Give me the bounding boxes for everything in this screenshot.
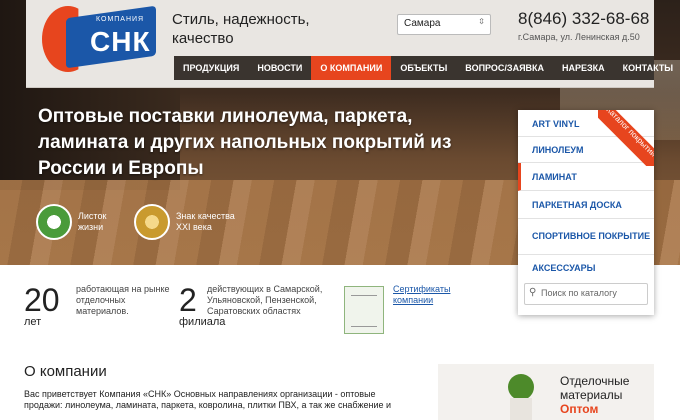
city-select[interactable]: Самара ⇳ <box>397 14 491 35</box>
about-text: Вас приветствует Компания «СНК» Основных… <box>24 389 392 410</box>
certificate-thumbnail[interactable] <box>344 286 384 334</box>
leaf-badge-icon <box>36 204 72 240</box>
hero-headline: Оптовые поставки линолеума, паркета, лам… <box>38 106 452 179</box>
search-placeholder: Поиск по каталогу <box>541 288 617 298</box>
certificates-link[interactable]: Сертификаты компании <box>393 284 463 306</box>
phone-number[interactable]: 8(846) 332-68-68 <box>518 9 649 29</box>
nav-item-request[interactable]: ВОПРОС/ЗАЯВКА <box>456 56 553 80</box>
city-select-value: Самара <box>404 18 441 29</box>
pot-image <box>510 398 532 420</box>
logo-company-word: КОМПАНИЯ <box>96 16 145 23</box>
catalog-item-laminate[interactable]: ЛАМИНАТ <box>518 163 654 191</box>
catalog-item-sport[interactable]: СПОРТИВНОЕ ПОКРЫТИЕ <box>518 219 654 255</box>
main-nav: ПРОДУКЦИЯ НОВОСТИ О КОМПАНИИ ОБЪЕКТЫ ВОП… <box>174 56 673 80</box>
catalog-item-accessories[interactable]: АКСЕССУАРЫ <box>518 255 654 280</box>
badge-label: Знак качества XXI века <box>176 211 235 232</box>
address: г.Самара, ул. Ленинская д.50 <box>518 32 640 42</box>
stat-years-desc: работающая на рынке отделочных материало… <box>76 284 170 316</box>
stat-years-number: 20 <box>24 282 60 318</box>
badge-quality-mark[interactable]: Знак качества XXI века <box>134 204 240 240</box>
nav-item-news[interactable]: НОВОСТИ <box>248 56 311 80</box>
company-logo[interactable]: КОМПАНИЯ СНК <box>36 4 158 76</box>
promo-line-1: Отделочные <box>560 374 630 388</box>
promo-line-3: Оптом <box>560 402 599 416</box>
promo-line-2: материалы <box>560 388 623 402</box>
nav-item-products[interactable]: ПРОДУКЦИЯ <box>174 56 248 80</box>
slogan: Стиль, надежность, качество <box>172 11 310 47</box>
catalog-item-parquet[interactable]: ПАРКЕТНАЯ ДОСКА <box>518 191 654 219</box>
nav-item-contacts[interactable]: КОНТАКТЫ <box>614 56 680 80</box>
badge-leaf-of-life[interactable]: Листок жизни <box>36 204 122 240</box>
promo-banner[interactable]: Отделочные материалы Оптом <box>438 364 654 420</box>
badge-label: Листок жизни <box>78 211 107 232</box>
stat-years: 20 лет работающая на рынке отделочных ма… <box>24 282 170 328</box>
catalog-search-input[interactable]: ⚲ Поиск по каталогу <box>524 283 648 305</box>
catalog-ribbon-label: Каталог покрытий <box>598 110 654 166</box>
logo-brand-word: СНК <box>90 26 151 57</box>
promo-text: Отделочные материалы Оптом <box>560 374 629 416</box>
stat-branches-desc: действующих в Самарской, Ульяновской, Пе… <box>207 284 323 316</box>
select-arrows-icon: ⇳ <box>478 17 485 26</box>
catalog-ribbon: Каталог покрытий <box>598 110 654 166</box>
nav-item-objects[interactable]: ОБЪЕКТЫ <box>391 56 456 80</box>
nav-item-about[interactable]: О КОМПАНИИ <box>311 56 392 80</box>
plant-image <box>508 374 534 400</box>
nav-item-cutting[interactable]: НАРЕЗКА <box>553 56 614 80</box>
quality-badge-icon <box>134 204 170 240</box>
stat-branches-unit: филиала <box>179 316 226 328</box>
stat-branches: 2 филиала действующих в Самарской, Ульян… <box>179 284 322 328</box>
site-header: КОМПАНИЯ СНК Стиль, надежность, качество… <box>26 0 673 88</box>
about-title: О компании <box>24 363 107 380</box>
search-icon: ⚲ <box>529 287 537 298</box>
